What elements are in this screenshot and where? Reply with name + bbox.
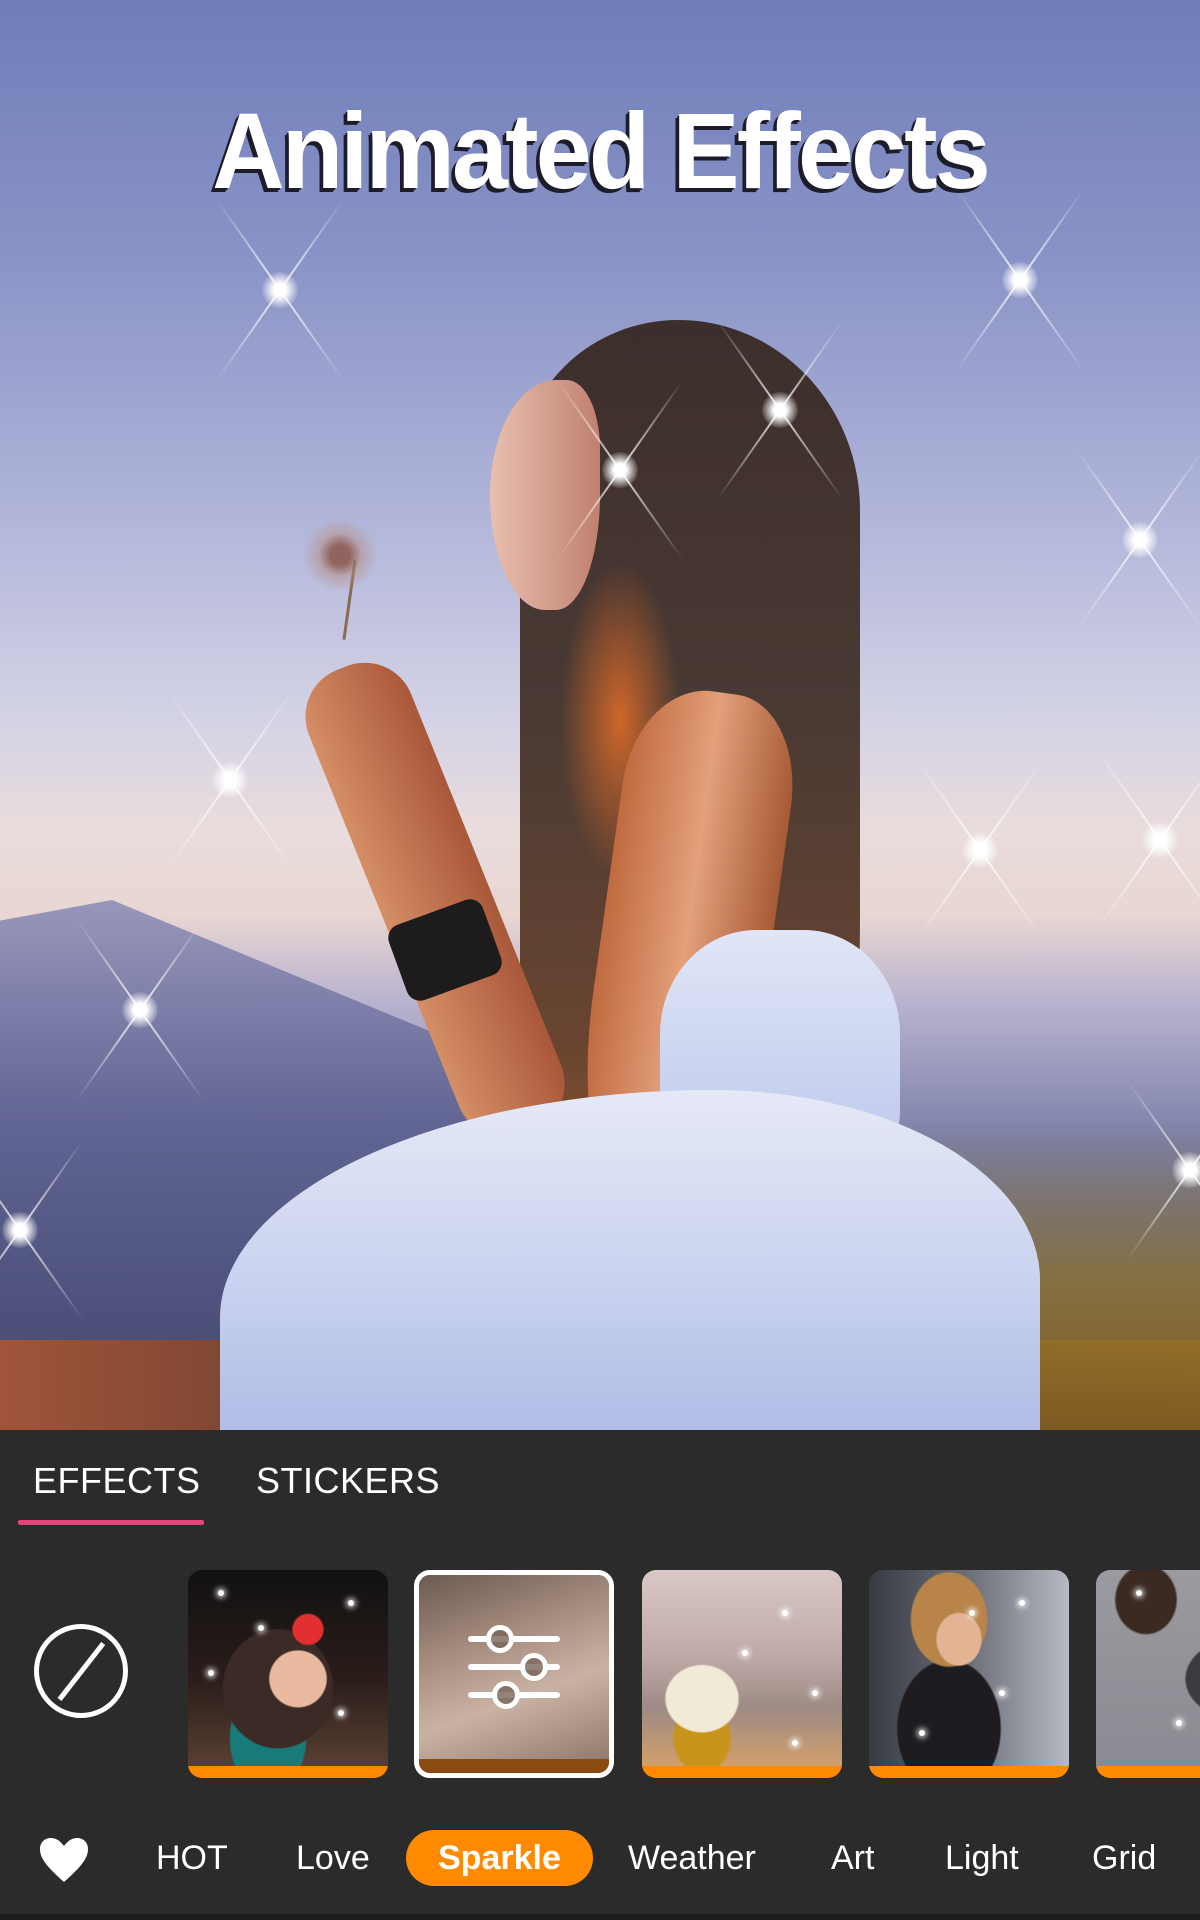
headline: Animated Effects [212, 90, 991, 211]
thumbnail-image [1096, 1570, 1200, 1768]
dandelion-head [300, 520, 380, 590]
thumbnail-image [869, 1570, 1069, 1768]
category-light[interactable]: Light [945, 1830, 1019, 1886]
category-sparkle[interactable]: Sparkle [406, 1830, 593, 1886]
thumbnail-bar [419, 1759, 609, 1773]
thumbnail-image [642, 1570, 842, 1768]
face [490, 380, 600, 610]
effect-thumbnail[interactable] [1096, 1570, 1200, 1778]
bottom-strip [0, 1914, 1200, 1920]
sparkle-effect [200, 210, 360, 370]
category-hot[interactable]: HOT [156, 1830, 228, 1886]
sparkle-effect [1080, 760, 1200, 920]
no-effect-icon[interactable] [34, 1624, 128, 1718]
sparkle-effect [1060, 460, 1200, 620]
effect-thumbnail[interactable] [188, 1570, 388, 1778]
category-weather[interactable]: Weather [628, 1830, 756, 1886]
sparkle-effect [940, 200, 1100, 360]
heart-icon[interactable] [38, 1836, 90, 1884]
thumbnail-bar [869, 1766, 1069, 1778]
category-art[interactable]: Art [831, 1830, 874, 1886]
photo-preview: Animated Effects [0, 0, 1200, 1430]
sparkle-effect [150, 700, 310, 860]
category-grid[interactable]: Grid [1092, 1830, 1156, 1886]
category-bar: HOT Love Sparkle Weather Art Light Grid [0, 1820, 1200, 1894]
category-love[interactable]: Love [296, 1830, 370, 1886]
effect-thumbnail[interactable] [642, 1570, 842, 1778]
thumbnail-image [188, 1570, 388, 1768]
sparkle-effect [900, 770, 1060, 930]
thumbnail-bar [642, 1766, 842, 1778]
thumbnail-bar [188, 1766, 388, 1778]
tab-effects[interactable]: EFFECTS [33, 1460, 201, 1502]
thumbnail-image [419, 1575, 609, 1773]
thumbnail-bar [1096, 1766, 1200, 1778]
active-tab-indicator [18, 1520, 204, 1525]
effect-thumbnail-selected[interactable] [414, 1570, 614, 1778]
tab-stickers[interactable]: STICKERS [256, 1460, 440, 1502]
effect-thumbnail[interactable] [869, 1570, 1069, 1778]
adjust-sliders-icon[interactable] [468, 1625, 560, 1709]
tab-bar: EFFECTS STICKERS [0, 1430, 1200, 1530]
